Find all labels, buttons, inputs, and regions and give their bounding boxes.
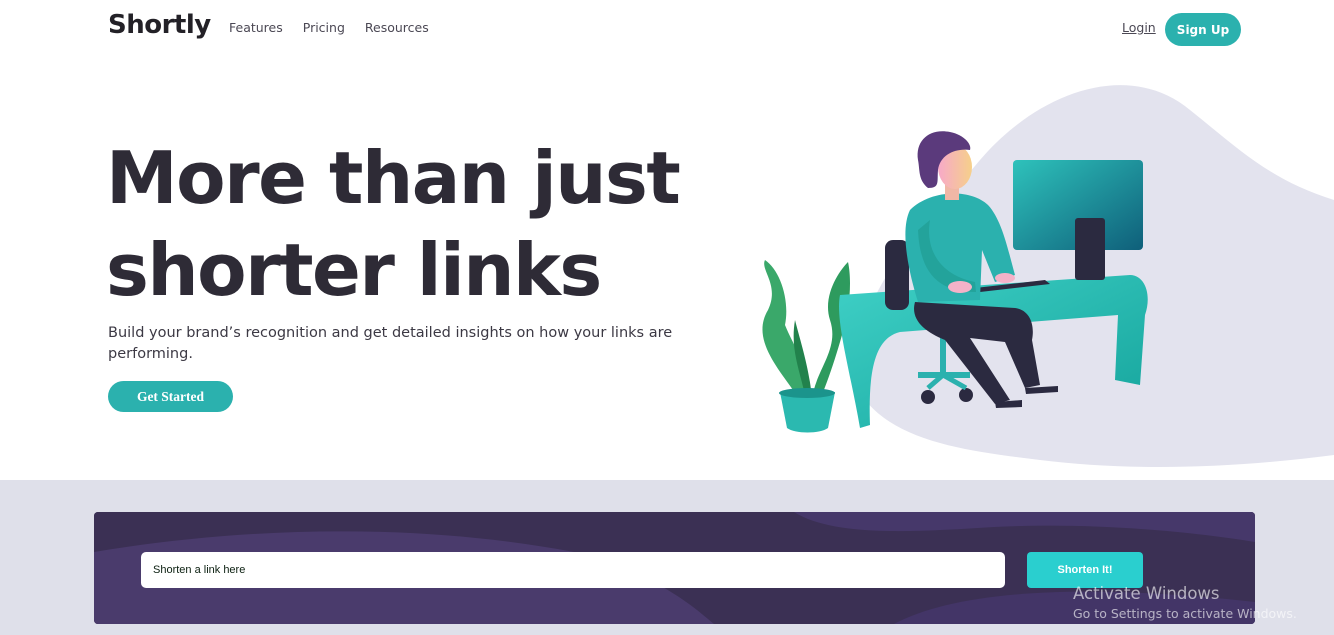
- nav-pricing-link[interactable]: Pricing: [303, 20, 345, 35]
- login-link[interactable]: Login: [1122, 20, 1156, 35]
- main-nav: Features Pricing Resources: [229, 20, 429, 35]
- nav-features-link[interactable]: Features: [229, 20, 283, 35]
- logo[interactable]: Shortly: [108, 10, 211, 40]
- activate-windows-title: Activate Windows: [1073, 584, 1220, 603]
- working-person-illustration: [762, 85, 1334, 467]
- shorten-link-input[interactable]: [141, 552, 1005, 588]
- hero-title-line2: shorter links: [106, 228, 602, 312]
- signup-button[interactable]: Sign Up: [1165, 13, 1241, 46]
- nav-resources-link[interactable]: Resources: [365, 20, 429, 35]
- hero-subtitle: Build your brand’s recognition and get d…: [108, 325, 673, 362]
- landing-page: Shortly Features Pricing Resources Login…: [0, 0, 1334, 635]
- plant-pot: [780, 392, 835, 433]
- activate-windows-subtitle: Go to Settings to activate Windows.: [1073, 606, 1297, 621]
- get-started-button[interactable]: Get Started: [108, 381, 233, 412]
- activate-windows-watermark: Activate Windows Go to Settings to activ…: [1073, 583, 1334, 623]
- hero-title-line1: More than just: [106, 136, 681, 220]
- site-header: Shortly Features Pricing Resources Login…: [0, 0, 1334, 60]
- hero-title: More than just shorter links: [106, 132, 726, 316]
